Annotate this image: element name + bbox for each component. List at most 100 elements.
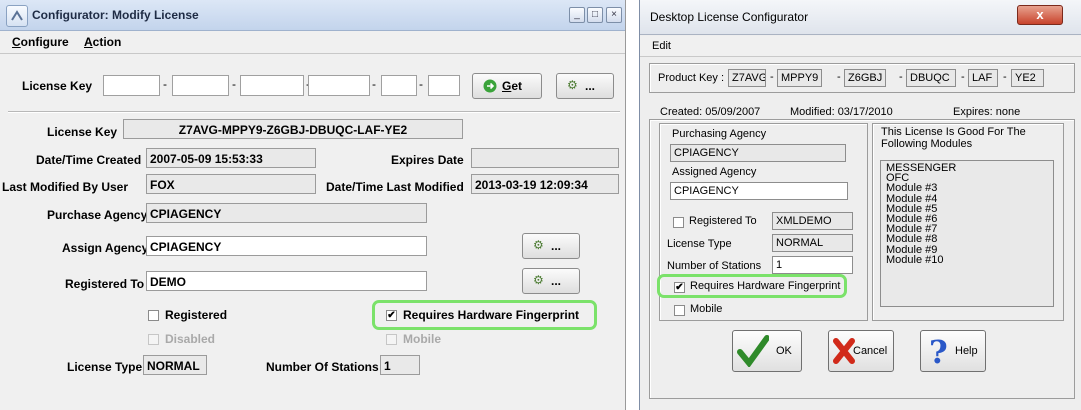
key-segment-input[interactable] [240, 75, 304, 96]
key-separator: - [1003, 71, 1007, 83]
search-lookup-button[interactable]: ⚙ ... [556, 73, 614, 99]
stations-value: 1 [380, 355, 420, 375]
assigned-agency-input[interactable]: CPIAGENCY [670, 182, 848, 200]
product-key-label: Product Key : [658, 72, 725, 84]
desktop-configurator-window: Desktop License Configurator x Edit Prod… [639, 0, 1081, 410]
go-arrow-icon [483, 79, 497, 93]
product-key-segment[interactable]: LAF [968, 69, 998, 87]
purchasing-agency-value: CPIAGENCY [670, 144, 846, 162]
help-label: Help [955, 345, 978, 357]
key-separator: - [232, 77, 236, 91]
close-icon[interactable]: x [1017, 5, 1063, 25]
title-bar: Desktop License Configurator x [640, 0, 1081, 35]
help-button[interactable]: ? Help [920, 330, 986, 372]
license-type-value: NORMAL [143, 355, 207, 375]
get-button[interactable]: Get [472, 73, 542, 99]
search-lookup-label: ... [585, 79, 596, 93]
mobile-label: Mobile [690, 303, 723, 315]
assign-agency-lookup-button[interactable]: ⚙ ... [522, 233, 580, 259]
get-rest: et [511, 79, 523, 93]
stations-input[interactable]: 1 [772, 256, 853, 274]
product-key-segment[interactable]: MPPY9 [777, 69, 822, 87]
title-bar: Configurator: Modify License _ □ × [0, 0, 625, 31]
menu-edit[interactable]: Edit [652, 40, 671, 52]
product-key-segment[interactable]: DBUQC [906, 69, 956, 87]
key-segment-input[interactable] [172, 75, 229, 96]
assign-agency-label: Assign Agency [62, 241, 149, 255]
expires-date: Expires: none [953, 106, 1021, 118]
registered-to-label: Registered To [689, 215, 757, 227]
close-icon[interactable]: × [606, 7, 622, 23]
key-separator: - [899, 71, 903, 83]
menu-bar: Edit [640, 36, 1081, 57]
registered-to-input[interactable]: DEMO [146, 271, 427, 291]
registered-label: Registered [165, 308, 228, 322]
ok-label: OK [776, 345, 792, 357]
menu-action[interactable]: Action [84, 35, 121, 49]
cancel-button[interactable]: Cancel [828, 330, 894, 372]
license-key-value: Z7AVG-MPPY9-Z6GBJ-DBUQC-LAF-YE2 [123, 119, 463, 139]
app-icon [6, 5, 28, 27]
mobile-checkbox[interactable] [674, 305, 685, 316]
license-type-label: License Type [667, 238, 732, 250]
registered-to-lookup-button[interactable]: ⚙ ... [522, 268, 580, 294]
cancel-label: Cancel [853, 345, 888, 357]
key-segment-input[interactable] [308, 75, 370, 96]
ok-button[interactable]: OK [732, 330, 802, 372]
assigned-agency-label: Assigned Agency [672, 166, 757, 178]
product-key-segment[interactable]: YE2 [1011, 69, 1044, 87]
key-segment-input[interactable] [428, 75, 460, 96]
fingerprint-label: Requires Hardware Fingerprint [690, 280, 841, 292]
registered-checkbox[interactable] [148, 310, 159, 321]
key-segment-input[interactable] [381, 75, 417, 96]
modules-header: This License Is Good For The Following M… [881, 126, 1026, 150]
assign-agency-input[interactable]: CPIAGENCY [146, 236, 427, 256]
checkmark-icon [737, 335, 769, 367]
key-segment-input[interactable] [103, 75, 160, 96]
minimize-icon[interactable]: _ [569, 7, 585, 23]
menu-action-label: ction [92, 35, 122, 49]
menu-configure[interactable]: Configure [12, 35, 69, 49]
modules-list-items: MESSENGER OFC Module #3 Module #4 Module #5 M… [886, 162, 956, 265]
fingerprint-label: Requires Hardware Fingerprint [403, 308, 580, 322]
modified-value: 2013-03-19 12:09:34 [471, 174, 619, 194]
created-value: 2007-05-09 15:53:33 [146, 148, 316, 168]
lookup-label: ... [551, 274, 562, 288]
window-title: Configurator: Modify License [32, 8, 199, 22]
expires-label: Expires Date [391, 153, 464, 167]
key-separator: - [419, 77, 423, 91]
fingerprint-checkbox[interactable]: ✔ [386, 310, 397, 321]
modified-by-value: FOX [146, 174, 316, 194]
window-title: Desktop License Configurator [650, 10, 809, 24]
created-date: Created: 05/09/2007 [660, 106, 761, 118]
purchase-agency-label: Purchase Agency [47, 208, 148, 222]
tools-icon: ⚙ [533, 273, 544, 287]
menu-bar: Configure Action [0, 31, 625, 54]
license-type-value: NORMAL [772, 234, 853, 252]
modified-by-label: Last Modified By User [2, 180, 129, 194]
key-separator: - [163, 77, 167, 91]
get-accel: G [502, 79, 512, 93]
menu-configure-accel: C [12, 35, 21, 49]
search-license-key-label: License Key [22, 79, 93, 93]
disabled-label: Disabled [165, 332, 216, 346]
fingerprint-checkbox[interactable]: ✔ [674, 282, 685, 293]
tools-icon: ⚙ [567, 78, 578, 92]
key-separator: - [961, 71, 965, 83]
menu-action-accel: A [84, 35, 93, 49]
maximize-icon[interactable]: □ [587, 7, 603, 23]
expires-value [471, 148, 619, 168]
mobile-checkbox [386, 334, 397, 345]
key-separator: - [770, 71, 774, 83]
product-key-segment[interactable]: Z7AVG [728, 69, 766, 87]
modules-list[interactable]: MESSENGER OFC Module #3 Module #4 Module #5 M… [880, 160, 1054, 307]
key-separator: - [372, 77, 376, 91]
tools-icon: ⚙ [533, 238, 544, 252]
configurator-window: Configurator: Modify License _ □ × Confi… [0, 0, 626, 410]
modified-label: Date/Time Last Modified [326, 180, 464, 194]
created-label: Date/Time Created [36, 153, 142, 167]
registered-to-label: Registered To [65, 277, 145, 291]
registered-to-checkbox[interactable] [673, 217, 684, 228]
product-key-segment[interactable]: Z6GBJ [844, 69, 886, 87]
module-item[interactable]: Module #10 [886, 254, 956, 265]
